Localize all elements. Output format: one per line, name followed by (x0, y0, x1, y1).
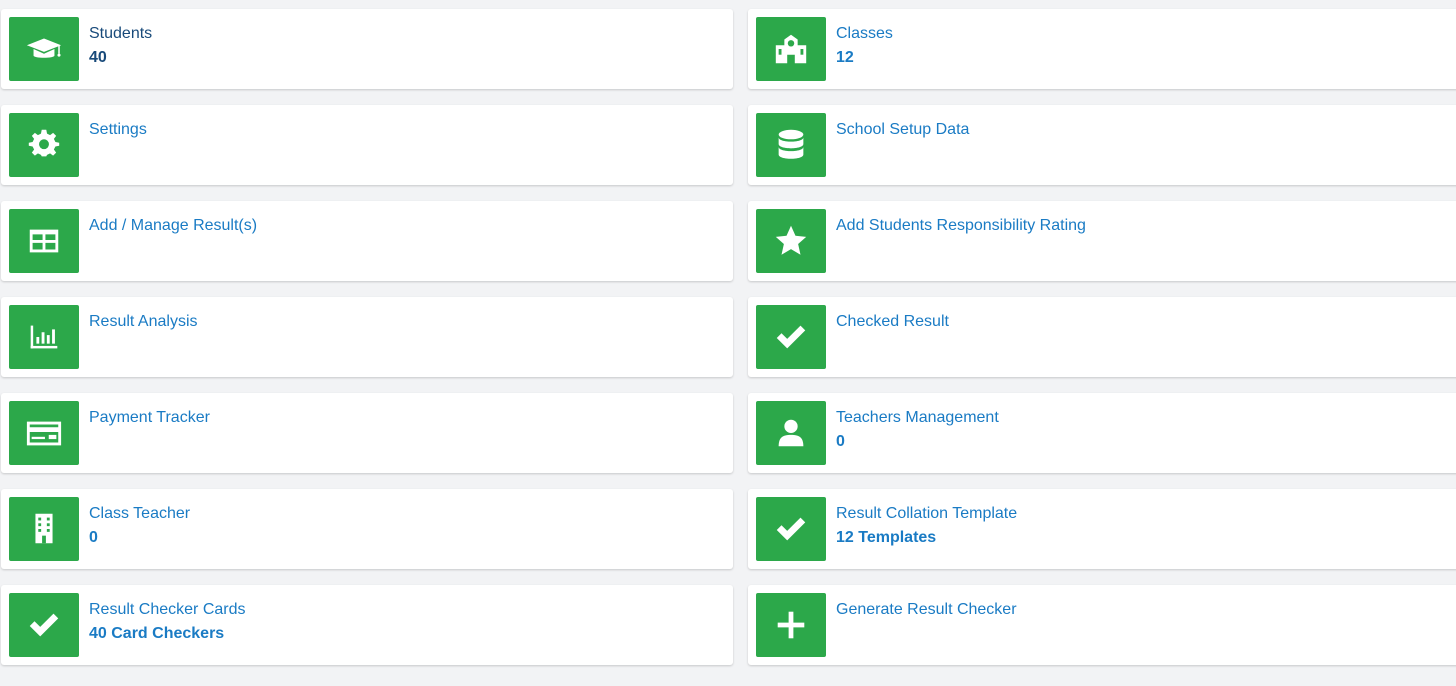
card-title: Teachers Management (836, 409, 999, 426)
class-teacher-card[interactable]: Class Teacher 0 (1, 489, 733, 569)
card-value: 12 (836, 49, 854, 66)
school-building-icon (756, 17, 826, 81)
settings-card[interactable]: Settings (1, 105, 733, 185)
card-title: Class Teacher (89, 505, 191, 522)
payment-tracker-card[interactable]: Payment Tracker (1, 393, 733, 473)
responsibility-rating-card[interactable]: Add Students Responsibility Rating (748, 201, 1456, 281)
checked-result-card[interactable]: Checked Result (748, 297, 1456, 377)
card-value: 12 Templates (836, 529, 937, 546)
card-title: Add Students Responsibility Rating (836, 217, 1086, 234)
card-title: Students (89, 25, 153, 42)
office-building-icon (9, 497, 79, 561)
card-title: Settings (89, 121, 147, 138)
result-analysis-card[interactable]: Result Analysis (1, 297, 733, 377)
card-title: Checked Result (836, 313, 949, 330)
card-title: Classes (836, 25, 893, 42)
add-manage-results-card[interactable]: Add / Manage Result(s) (1, 201, 733, 281)
card-value: 40 Card Checkers (89, 625, 225, 642)
gear-icon (9, 113, 79, 177)
card-title: Result Checker Cards (89, 601, 246, 618)
card-value: 0 (836, 433, 845, 450)
user-icon (756, 401, 826, 465)
dashboard-grid: Students 40 Classes 12 Settings School S… (0, 0, 1456, 686)
credit-card-icon (9, 401, 79, 465)
card-title: Add / Manage Result(s) (89, 217, 258, 234)
checkmark-icon (756, 497, 826, 561)
generate-result-checker-card[interactable]: Generate Result Checker (748, 585, 1456, 665)
plus-icon (756, 593, 826, 657)
result-collation-template-card[interactable]: Result Collation Template 12 Templates (748, 489, 1456, 569)
card-title: Result Analysis (89, 313, 198, 330)
checkmark-icon (756, 305, 826, 369)
database-icon (756, 113, 826, 177)
school-setup-data-card[interactable]: School Setup Data (748, 105, 1456, 185)
checkmark-icon (9, 593, 79, 657)
table-icon (9, 209, 79, 273)
result-checker-cards-card[interactable]: Result Checker Cards 40 Card Checkers (1, 585, 733, 665)
star-icon (756, 209, 826, 273)
card-title: Result Collation Template (836, 505, 1018, 522)
card-value: 0 (89, 529, 98, 546)
graduation-cap-icon (9, 17, 79, 81)
teachers-management-card[interactable]: Teachers Management 0 (748, 393, 1456, 473)
card-value: 40 (89, 49, 107, 66)
card-title: Payment Tracker (89, 409, 210, 426)
card-title: Generate Result Checker (836, 601, 1017, 618)
bar-chart-icon (9, 305, 79, 369)
students-card[interactable]: Students 40 (1, 9, 733, 89)
card-title: School Setup Data (836, 121, 970, 138)
classes-card[interactable]: Classes 12 (748, 9, 1456, 89)
